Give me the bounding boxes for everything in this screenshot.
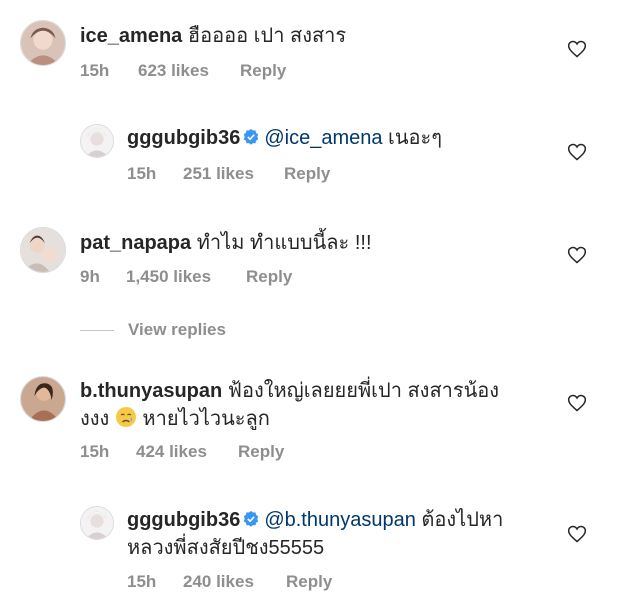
comment-text: ทำไม ทำแบบนี้ละ !!! [196, 232, 372, 254]
comment-text-continued: งงง [80, 408, 110, 430]
like-heart-icon[interactable] [567, 39, 587, 59]
comment-text: ต้องไปหา [415, 509, 504, 531]
verified-badge-icon [244, 510, 259, 527]
avatar[interactable] [20, 227, 66, 273]
mention-link[interactable]: @b.thunyasupan [264, 509, 416, 531]
reply-button[interactable]: Reply [286, 572, 332, 592]
username-link[interactable]: b.thunyasupan [80, 380, 222, 402]
username-link[interactable]: pat_napapa [80, 232, 191, 254]
comment-meta: 15h 623 likes Reply [80, 61, 286, 81]
avatar[interactable] [20, 376, 66, 422]
timestamp: 15h [127, 572, 157, 591]
username-link[interactable]: gggubgib36 [127, 127, 240, 149]
comment-text-continued-2: หายไวไวนะลูก [142, 408, 270, 430]
comment-text: ฟ้องใหญ่เลยยยพี่เปา สงสารน้อง [227, 380, 500, 402]
comment-text: เนอะๆ [382, 127, 443, 149]
view-replies-label: View replies [128, 320, 226, 339]
username-link[interactable]: gggubgib36 [127, 509, 240, 531]
replies-divider [80, 329, 114, 331]
likes-count[interactable]: 424 likes [136, 442, 238, 462]
view-replies-button[interactable]: View replies [80, 320, 226, 340]
likes-count[interactable]: 251 likes [183, 164, 284, 184]
likes-count[interactable]: 623 likes [138, 61, 240, 81]
like-heart-icon[interactable] [567, 245, 587, 265]
crying-face-icon [115, 407, 136, 427]
comment-meta: 9h 1,450 likes Reply [80, 267, 292, 287]
comment-body: gggubgib36 @ice_amena เนอะๆ [127, 124, 442, 152]
timestamp: 15h [80, 442, 110, 461]
comment-text-continued: หลวงพี่สงสัยปีชง55555 [127, 537, 325, 559]
comment-body: pat_napapa ทำไม ทำแบบนี้ละ !!! [80, 229, 372, 257]
comment-body: gggubgib36 @b.thunyasupan ต้องไปหา หลวงพี… [127, 506, 503, 562]
timestamp: 15h [80, 61, 110, 80]
comment-meta: 15h 251 likes Reply [127, 164, 330, 184]
verified-badge-icon [244, 128, 259, 145]
comment-meta: 15h 240 likes Reply [127, 572, 332, 592]
like-heart-icon[interactable] [567, 393, 587, 413]
likes-count[interactable]: 1,450 likes [126, 267, 246, 287]
comment-body: b.thunyasupan ฟ้องใหญ่เลยยยพี่เปา สงสารน… [80, 377, 499, 433]
like-heart-icon[interactable] [567, 524, 587, 544]
reply-button[interactable]: Reply [240, 61, 286, 81]
reply-button[interactable]: Reply [246, 267, 292, 287]
comment-text: ฮืออออ เปา สงสาร [187, 25, 347, 47]
timestamp: 9h [80, 267, 100, 286]
comment-meta: 15h 424 likes Reply [80, 442, 284, 462]
reply-button[interactable]: Reply [238, 442, 284, 462]
avatar[interactable] [80, 506, 114, 540]
avatar[interactable] [20, 20, 66, 66]
timestamp: 15h [127, 164, 157, 183]
likes-count[interactable]: 240 likes [183, 572, 286, 592]
mention-link[interactable]: @ice_amena [264, 127, 382, 149]
like-heart-icon[interactable] [567, 142, 587, 162]
username-link[interactable]: ice_amena [80, 25, 182, 47]
comment-body: ice_amena ฮืออออ เปา สงสาร [80, 22, 346, 50]
reply-button[interactable]: Reply [284, 164, 330, 184]
avatar[interactable] [80, 124, 114, 158]
